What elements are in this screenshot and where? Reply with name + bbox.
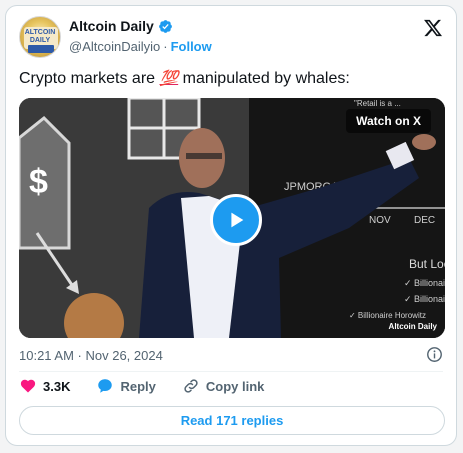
- x-logo-icon[interactable]: [423, 18, 443, 38]
- svg-text:✓ Billionaire Horowitz: ✓ Billionaire Horowitz: [349, 311, 426, 320]
- tweet-timestamp[interactable]: 10:21 AM · Nov 26, 2024: [19, 348, 163, 363]
- tweet-text: Crypto markets are 💯 manipulated by whal…: [19, 69, 350, 88]
- follow-button[interactable]: Follow: [171, 39, 212, 54]
- avatar[interactable]: ALTCOIN DAILY: [19, 16, 61, 58]
- divider: [19, 371, 443, 372]
- svg-text:✓ Billionaire: ✓ Billionaire: [404, 278, 445, 288]
- info-icon[interactable]: [426, 346, 443, 363]
- heart-icon: [20, 379, 36, 393]
- reply-bubble-icon: [98, 379, 113, 393]
- svg-text:"Retail is a ...: "Retail is a ...: [354, 99, 401, 108]
- video-player[interactable]: $ JPMORGAN OCT NOV DEC But Look ✓ Billio…: [19, 98, 445, 338]
- play-icon: [231, 212, 244, 228]
- link-icon: [184, 379, 198, 393]
- svg-text:$: $: [29, 163, 48, 201]
- author-handle[interactable]: @AltcoinDailyio: [69, 39, 160, 54]
- tweet-card: ALTCOIN DAILY Altcoin Daily @AltcoinDail…: [5, 5, 457, 446]
- action-bar: 3.3K Reply Copy link: [19, 377, 290, 395]
- avatar-bar: [28, 45, 54, 53]
- svg-text:But Look: But Look: [409, 257, 445, 271]
- svg-text:✓ Billionaire: ✓ Billionaire: [404, 294, 445, 304]
- verified-badge-icon: [158, 19, 172, 33]
- author-name-row: Altcoin Daily: [69, 18, 173, 34]
- play-button[interactable]: [210, 194, 262, 246]
- copy-link-label: Copy link: [205, 378, 265, 394]
- reply-label: Reply: [120, 378, 156, 394]
- watch-on-x-button[interactable]: Watch on X: [346, 109, 431, 133]
- author-handle-row: @AltcoinDailyio · Follow: [69, 39, 212, 54]
- avatar-text-top: ALTCOIN: [24, 29, 56, 36]
- video-watermark: Altcoin Daily: [388, 322, 437, 331]
- copy-link-button[interactable]: Copy link: [182, 377, 265, 395]
- like-count: 3.3K: [43, 378, 71, 394]
- svg-text:NOV: NOV: [369, 215, 391, 226]
- tweet-text-end: manipulated by whales:: [178, 70, 350, 87]
- author-name[interactable]: Altcoin Daily: [69, 18, 154, 34]
- svg-text:DEC: DEC: [414, 215, 435, 226]
- separator-dot: ·: [163, 39, 168, 54]
- like-button[interactable]: 3.3K: [19, 377, 70, 395]
- avatar-text-bottom: DAILY: [29, 37, 51, 44]
- hundred-points-emoji: 💯: [159, 70, 179, 87]
- read-replies-button[interactable]: Read 171 replies: [19, 406, 445, 435]
- reply-button[interactable]: Reply: [96, 377, 156, 395]
- tweet-text-start: Crypto markets are: [19, 70, 160, 87]
